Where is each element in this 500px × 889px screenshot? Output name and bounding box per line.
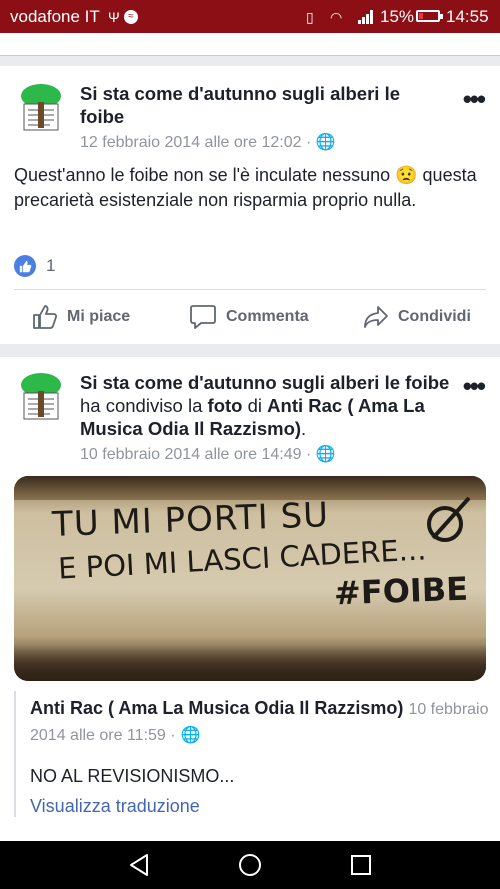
see-translation-link[interactable]: Visualizza traduzione: [30, 796, 500, 817]
carrier-label: vodafone IT: [10, 7, 100, 26]
graffiti-line-1: TU MI PORTI SU: [51, 495, 330, 545]
page-name-link[interactable]: Si sta come d'autunno sugli alberi le fo…: [80, 372, 449, 393]
share-button[interactable]: Condividi: [363, 304, 471, 330]
tree-logo-icon: [21, 84, 61, 131]
globe-icon: 🌐: [180, 727, 201, 744]
shared-preposition: di: [247, 395, 263, 416]
shared-end: .: [301, 418, 307, 439]
battery-icon: [416, 10, 443, 22]
post-card: Si sta come d'autunno sugli alberi le fo…: [0, 66, 500, 344]
like-reaction-icon: [14, 255, 36, 277]
circle-slash-graffiti-icon: [427, 496, 471, 542]
photo-bottom-shade: [14, 645, 486, 681]
original-header: Anti Rac ( Ama La Musica Odia Il Razzism…: [30, 696, 500, 748]
home-icon[interactable]: [238, 853, 262, 877]
divider: [14, 289, 486, 290]
back-icon[interactable]: [127, 853, 151, 877]
usb-icon: Ψ: [108, 9, 120, 25]
clock: 14:55: [446, 7, 489, 26]
thumbs-up-icon: [33, 305, 58, 329]
globe-icon: 🌐: [315, 446, 336, 463]
battery-percent: 15%: [380, 7, 415, 26]
signal-icon: [358, 10, 374, 24]
original-author-link[interactable]: Anti Rac ( Ama La Musica Odia Il Razzism…: [30, 698, 403, 718]
original-text: NO AL REVISIONISMO...: [30, 766, 235, 786]
comment-button[interactable]: Commenta: [189, 304, 309, 330]
recents-icon[interactable]: [350, 854, 372, 876]
shared-verb: ha condiviso la: [80, 395, 203, 416]
tree-logo-icon: [21, 373, 61, 420]
page-name-link[interactable]: Si sta come d'autunno sugli alberi le fo…: [80, 82, 410, 128]
photo-link[interactable]: foto: [208, 395, 243, 416]
page-avatar[interactable]: [14, 80, 68, 134]
messenger-icon: ≈: [124, 10, 138, 24]
post-card: Si sta come d'autunno sugli alberi le fo…: [0, 357, 500, 842]
original-post: Anti Rac ( Ama La Musica Odia Il Razzism…: [14, 691, 500, 817]
more-options-icon[interactable]: •••: [463, 84, 486, 115]
share-label: Condividi: [398, 308, 471, 325]
photo-top-shade: [14, 476, 486, 500]
like-button[interactable]: Mi piace: [32, 304, 130, 330]
more-options-icon[interactable]: •••: [463, 371, 486, 402]
shared-photo[interactable]: TU MI PORTI SU E POI MI LASCI CADERE... …: [14, 476, 486, 681]
post-timestamp[interactable]: 12 febbraio 2014 alle ore 12:02 ·: [80, 134, 311, 151]
share-icon: [364, 306, 388, 328]
globe-icon: 🌐: [315, 134, 336, 151]
share-headline: Si sta come d'autunno sugli alberi le fo…: [80, 371, 452, 466]
reactions-summary[interactable]: 1: [14, 255, 55, 277]
post-text: Quest'anno le foibe non se l'è inculate …: [14, 165, 477, 210]
vibrate-icon: ▯: [306, 9, 314, 25]
comment-label: Commenta: [226, 308, 309, 325]
comment-icon: [190, 305, 216, 329]
post-timestamp[interactable]: 10 febbraio 2014 alle ore 14:49 ·: [80, 446, 311, 463]
like-count: 1: [46, 256, 56, 275]
graffiti-hashtag: #FOIBE: [333, 569, 469, 613]
like-label: Mi piace: [67, 308, 131, 325]
page-avatar[interactable]: [14, 369, 68, 423]
android-nav-bar: [0, 841, 500, 889]
previous-post-edge: [0, 33, 500, 56]
wifi-icon: ◠: [330, 9, 343, 25]
status-bar: vodafone IT Ψ ≈ ▯ ◠ 15% 14:55: [0, 0, 500, 33]
